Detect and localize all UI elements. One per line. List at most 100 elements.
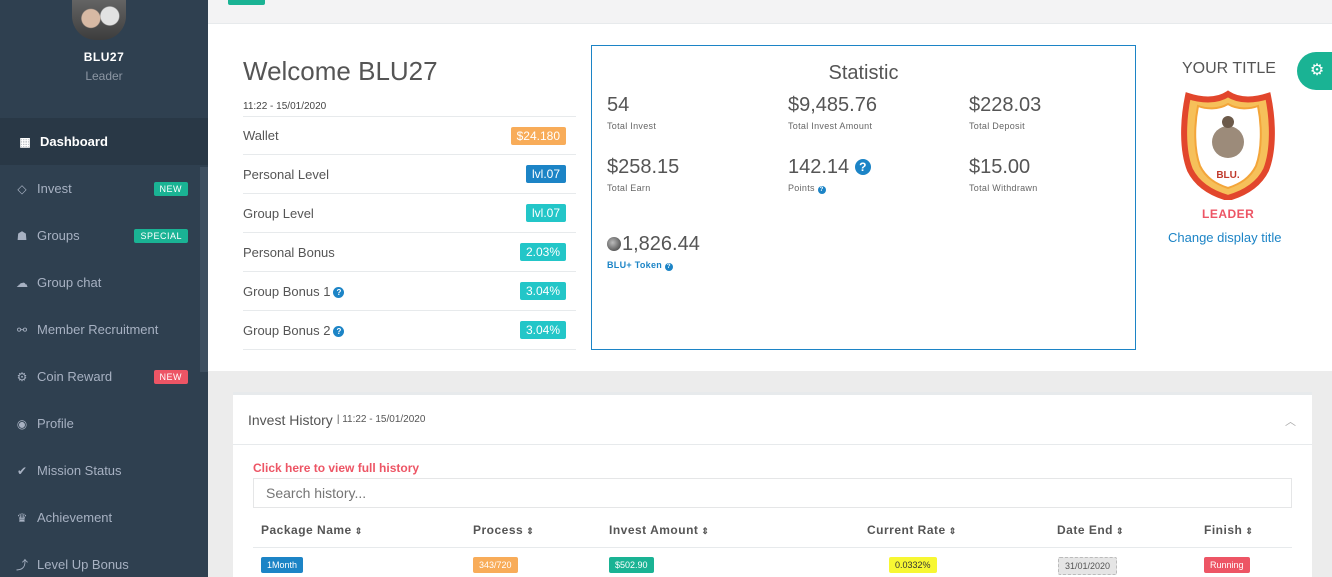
view-full-history-link[interactable]: Click here to view full history bbox=[253, 461, 419, 475]
sidebar-scrollbar[interactable] bbox=[200, 167, 208, 372]
stat-value: 54 bbox=[607, 94, 630, 116]
stat-label: Total Invest Amount bbox=[788, 121, 873, 131]
stat-value: 1,826.44 bbox=[622, 233, 700, 255]
sidebar-item-groups[interactable]: ☗ Groups SPECIAL bbox=[0, 212, 208, 259]
settings-toggle-button[interactable]: ⚙ bbox=[1297, 52, 1332, 90]
column-header-invest-amount[interactable]: Invest Amount ⇕ bbox=[609, 523, 709, 537]
row-label: Personal Level bbox=[243, 166, 329, 182]
personal-level-badge: lvl.07 bbox=[525, 165, 566, 183]
token-stat: 1,826.44 BLU+ Token ? bbox=[607, 233, 700, 271]
stat-label: Total Invest bbox=[607, 121, 657, 131]
help-icon[interactable]: ? bbox=[854, 159, 871, 175]
dashboard-overview: Welcome BLU27 11:22 - 15/01/2020 Wallet … bbox=[208, 24, 1332, 371]
sidebar-item-achievement[interactable]: ♛ Achievement bbox=[0, 494, 208, 541]
your-title-heading: YOUR TITLE bbox=[1182, 60, 1276, 77]
sort-icon: ⇕ bbox=[1245, 526, 1254, 536]
users-icon: ☗ bbox=[16, 228, 28, 243]
sidebar-item-label: Profile bbox=[37, 416, 74, 431]
sort-icon: ⇕ bbox=[526, 526, 535, 536]
stat-label: Total Withdrawn bbox=[969, 183, 1038, 193]
welcome-timestamp: 11:22 - 15/01/2020 bbox=[243, 101, 327, 112]
search-history-input[interactable] bbox=[253, 478, 1292, 508]
help-icon[interactable]: ? bbox=[333, 286, 345, 298]
sidebar-item-label: Achievement bbox=[37, 510, 113, 525]
stat-label: Points bbox=[788, 183, 815, 193]
total-invest-amount-stat: $9,485.76 Total Invest Amount bbox=[788, 94, 877, 131]
chevron-up-icon[interactable]: ︿ bbox=[1285, 413, 1296, 429]
stat-label: BLU+ Token bbox=[607, 260, 663, 270]
avatar[interactable] bbox=[72, 0, 126, 40]
column-header-finish[interactable]: Finish ⇕ bbox=[1204, 523, 1253, 537]
sidebar-item-dashboard[interactable]: ▦ Dashboard bbox=[0, 118, 208, 165]
group-bonus-1-row: Group Bonus 1? 3.04% bbox=[243, 272, 576, 311]
menu-toggle-button[interactable] bbox=[228, 0, 265, 5]
package-name-cell: 1Month bbox=[261, 557, 304, 573]
stat-value: $258.15 bbox=[607, 156, 680, 178]
help-icon[interactable]: ? bbox=[333, 325, 345, 337]
group-level-badge: lvl.07 bbox=[525, 204, 566, 222]
group-bonus-1-badge: 3.04% bbox=[519, 282, 566, 300]
special-badge: SPECIAL bbox=[134, 228, 188, 243]
sidebar-item-member-recruitment[interactable]: ⚯ Member Recruitment bbox=[0, 306, 208, 353]
column-header-process[interactable]: Process ⇕ bbox=[473, 523, 534, 537]
help-icon[interactable]: ? bbox=[817, 186, 826, 194]
row-label: Group Level bbox=[243, 205, 314, 221]
invest-history-header: Invest History | 11:22 - 15/01/2020 bbox=[233, 395, 1312, 445]
dashboard-icon: ▦ bbox=[19, 134, 31, 149]
row-label: Group Bonus 1 bbox=[243, 283, 331, 299]
sort-icon: ⇕ bbox=[1116, 526, 1125, 536]
invest-amount-cell: $502.90 bbox=[609, 557, 654, 573]
sidebar-item-invest[interactable]: ◇ Invest NEW bbox=[0, 165, 208, 212]
check-circle-icon: ✔ bbox=[16, 463, 28, 478]
sidebar-item-label: Member Recruitment bbox=[37, 322, 159, 337]
sidebar: BLU27 Leader ▦ Dashboard ◇ Invest NEW ☗ … bbox=[0, 0, 208, 577]
stat-label: Total Earn bbox=[607, 183, 651, 193]
emblem-text: BLU. bbox=[1216, 170, 1240, 181]
statistic-panel: Statistic 54 Total Invest $9,485.76 Tota… bbox=[591, 45, 1136, 350]
points-stat: 142.14 ? Points ? bbox=[788, 156, 871, 194]
row-label: Wallet bbox=[243, 128, 279, 143]
total-invest-stat: 54 Total Invest bbox=[607, 94, 656, 131]
user-role: Leader bbox=[85, 69, 123, 83]
sidebar-profile: BLU27 Leader bbox=[0, 0, 208, 118]
sidebar-item-group-chat[interactable]: ☁ Group chat bbox=[0, 259, 208, 306]
top-navbar bbox=[208, 0, 1332, 24]
handshake-icon: ⚯ bbox=[16, 322, 28, 337]
new-badge: NEW bbox=[153, 181, 188, 196]
sort-icon: ⇕ bbox=[948, 526, 957, 536]
stat-value: 142.14 bbox=[788, 156, 850, 178]
change-display-title-link[interactable]: Change display title bbox=[1168, 230, 1281, 245]
sidebar-item-coin-reward[interactable]: ⚙ Coin Reward NEW bbox=[0, 353, 208, 400]
statistic-title: Statistic bbox=[828, 62, 899, 84]
gear-icon: ⚙ bbox=[16, 369, 28, 384]
total-earn-stat: $258.15 Total Earn bbox=[607, 156, 679, 193]
diamond-icon: ◇ bbox=[17, 181, 27, 196]
stat-value: $15.00 bbox=[969, 156, 1031, 178]
invest-history-title: Invest History bbox=[248, 411, 333, 428]
total-deposit-stat: $228.03 Total Deposit bbox=[969, 94, 1041, 131]
title-emblem-icon: BLU. bbox=[1181, 90, 1275, 200]
invest-history-time: | 11:22 - 15/01/2020 bbox=[336, 414, 426, 425]
sort-icon: ⇕ bbox=[701, 526, 710, 536]
personal-bonus-row: Personal Bonus 2.03% bbox=[243, 233, 576, 272]
welcome-heading: Welcome BLU27 bbox=[243, 56, 438, 86]
column-header-date-end[interactable]: Date End ⇕ bbox=[1057, 523, 1124, 537]
sidebar-item-label: Coin Reward bbox=[37, 369, 113, 384]
sidebar-item-label: Level Up Bonus bbox=[37, 557, 129, 572]
sidebar-item-mission-status[interactable]: ✔ Mission Status bbox=[0, 447, 208, 494]
stat-value: $9,485.76 bbox=[788, 94, 877, 116]
personal-level-row: Personal Level lvl.07 bbox=[243, 155, 576, 194]
new-badge: NEW bbox=[153, 369, 188, 384]
group-bonus-2-badge: 3.04% bbox=[519, 321, 566, 339]
user-name[interactable]: BLU27 bbox=[0, 50, 208, 64]
sidebar-item-level-up-bonus[interactable]: ⤴ Level Up Bonus bbox=[0, 541, 208, 577]
help-icon[interactable]: ? bbox=[664, 263, 673, 271]
sidebar-item-profile[interactable]: ◉ Profile bbox=[0, 400, 208, 447]
stat-value: $228.03 bbox=[969, 94, 1042, 116]
stat-label: Total Deposit bbox=[969, 121, 1025, 131]
sidebar-item-label: Groups bbox=[37, 228, 80, 243]
level-up-icon: ⤴ bbox=[15, 558, 28, 572]
column-header-current-rate[interactable]: Current Rate ⇕ bbox=[867, 523, 957, 537]
row-label: Personal Bonus bbox=[243, 244, 335, 260]
column-header-package-name[interactable]: Package Name ⇕ bbox=[261, 523, 363, 537]
